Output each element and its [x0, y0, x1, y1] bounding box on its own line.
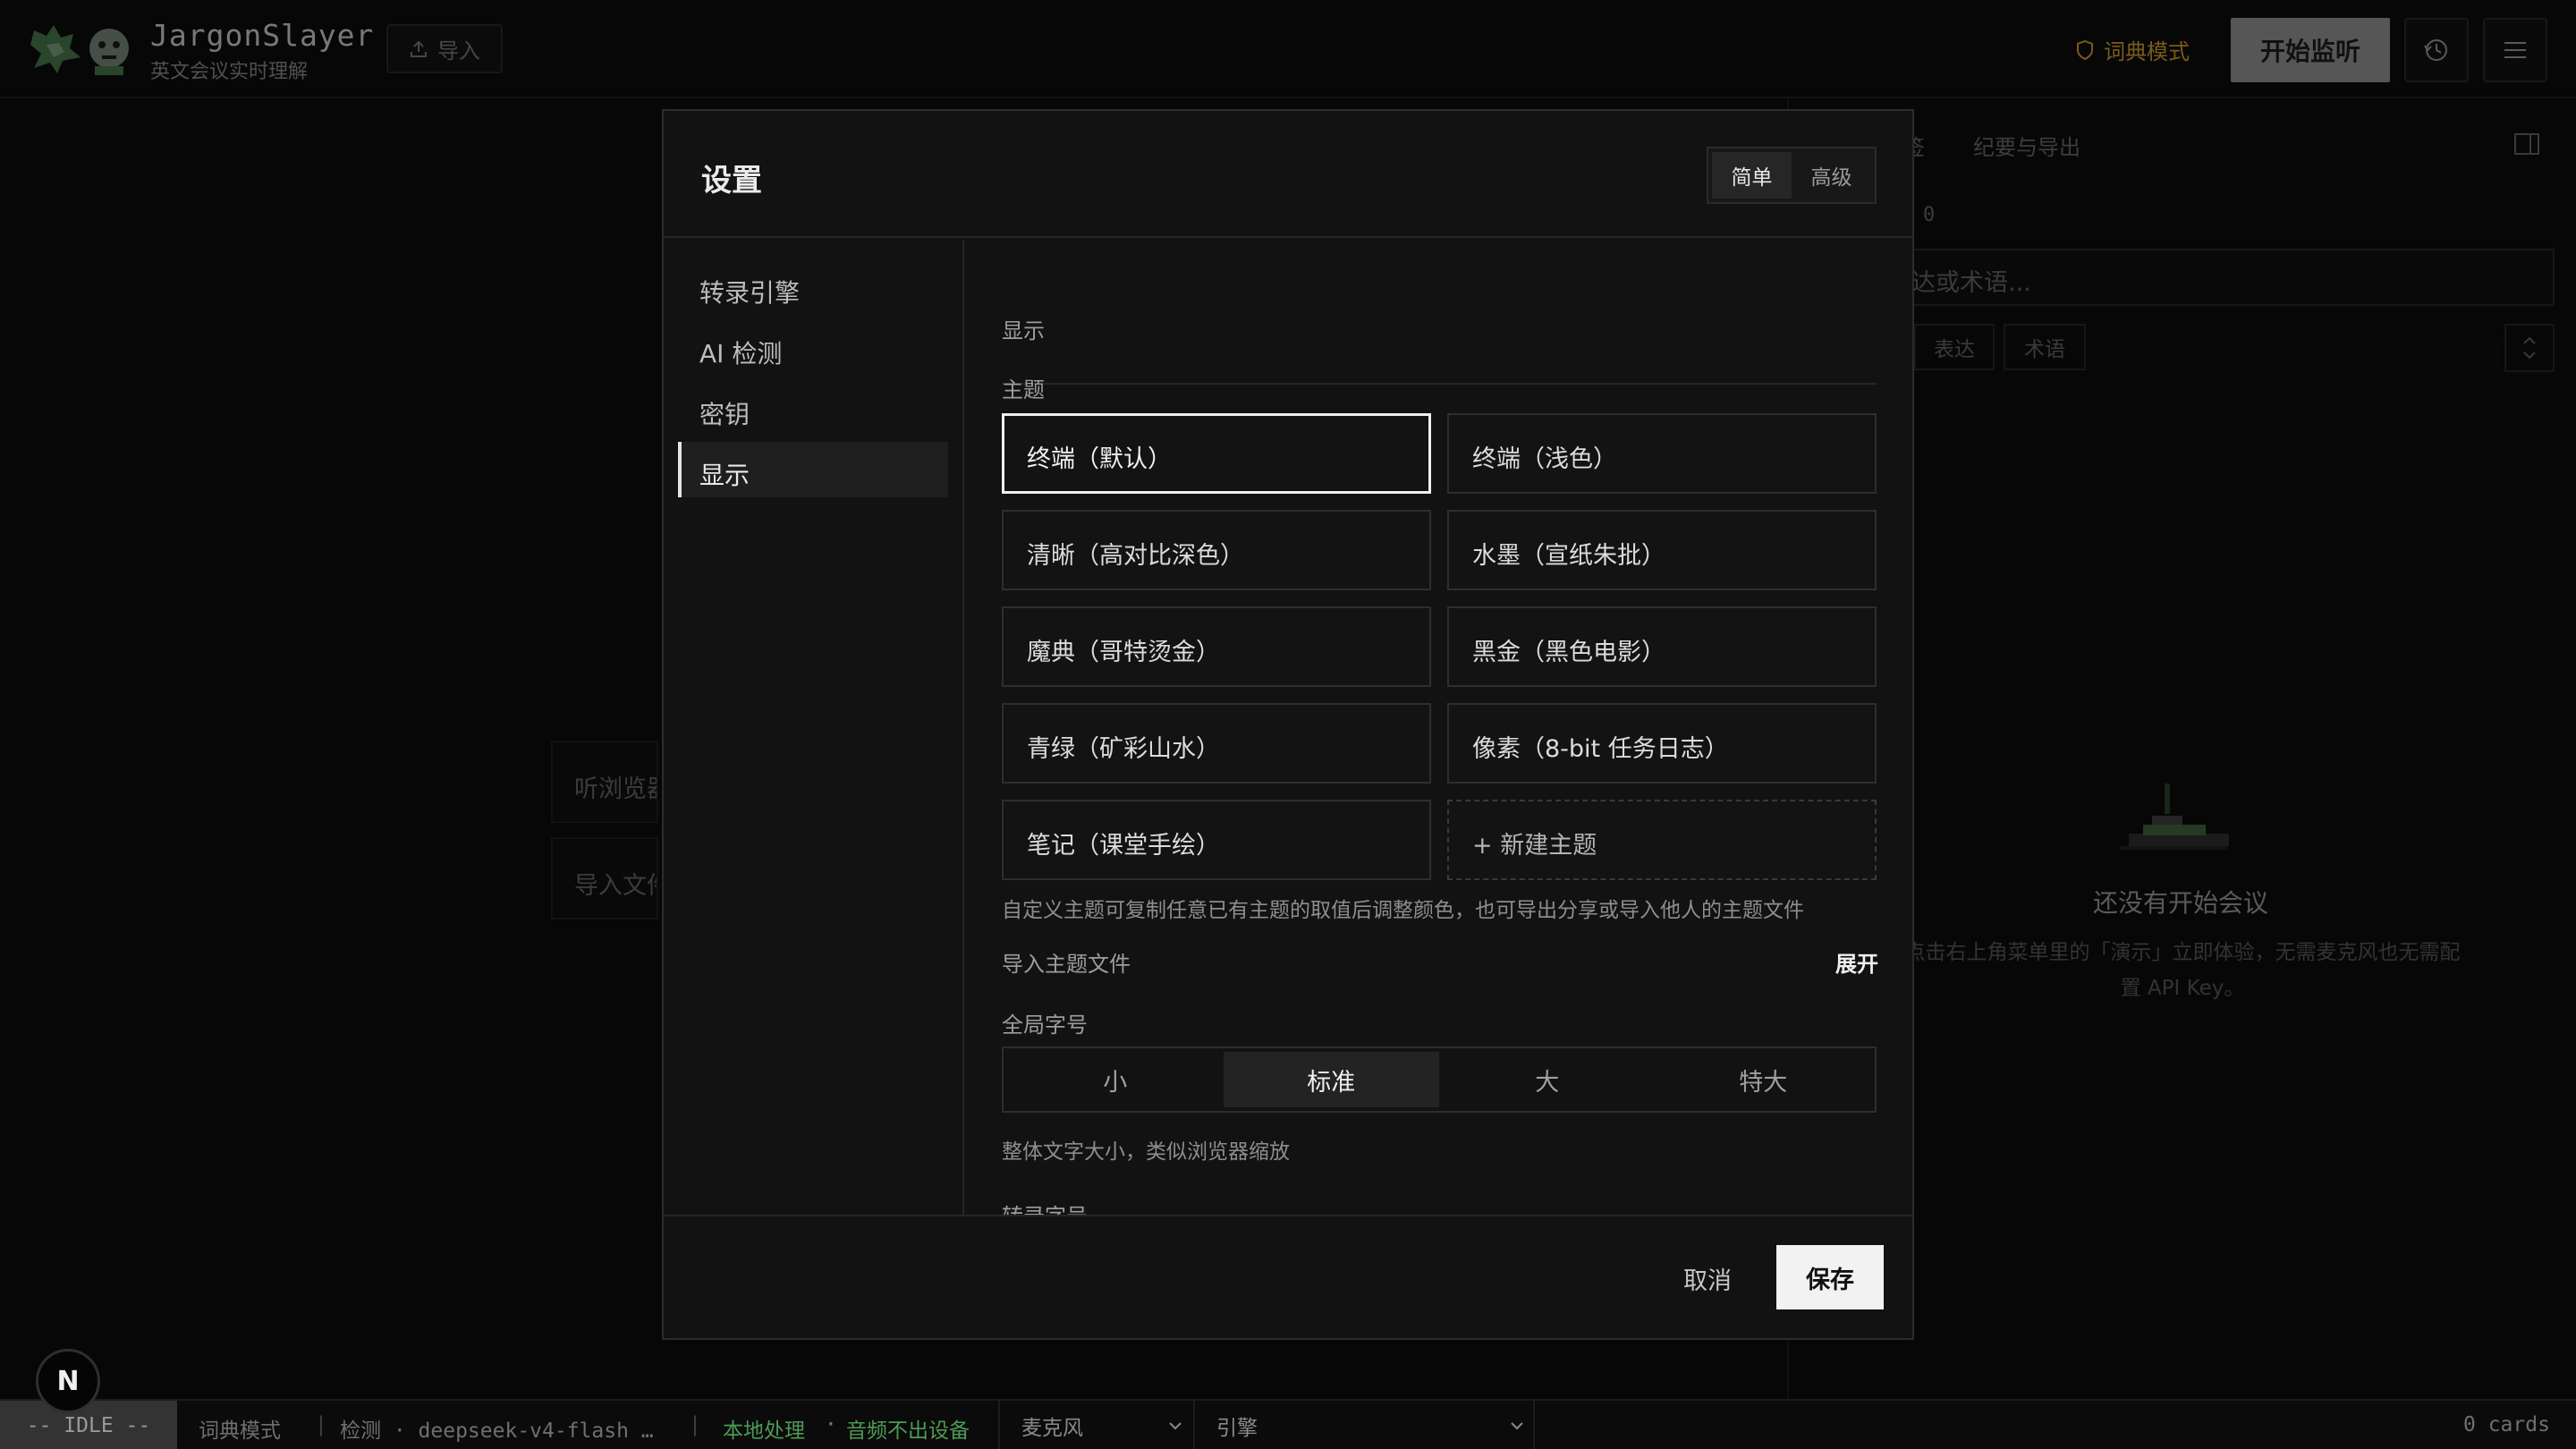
settings-content: 显示 主题 终端（默认） 终端（浅色） 清晰（高对比深色） 水墨（宣纸朱批） 魔… [966, 240, 1912, 1215]
nav-item-keys[interactable]: 密钥 [678, 381, 948, 436]
status-bar: -- IDLE -- 词典模式 | 检测 · deepseek-v4-flash… [0, 1399, 2576, 1449]
nav-item-transcription-engine[interactable]: 转录引擎 [678, 259, 948, 315]
theme-option[interactable]: 魔典（哥特烫金） [1002, 606, 1431, 687]
theme-option[interactable]: 青绿（矿彩山水） [1002, 703, 1431, 784]
status-local-processing: 本地处理 [723, 1419, 805, 1443]
global-font-size-selector: 小 标准 大 特大 [1002, 1046, 1877, 1113]
mode-simple-button[interactable]: 简单 [1712, 152, 1792, 199]
settings-title: 设置 [701, 163, 762, 199]
status-card-count: 0 cards [2463, 1413, 2550, 1436]
theme-option[interactable]: 像素（8-bit 任务日志） [1447, 703, 1877, 784]
theme-help-text: 自定义主题可复制任意已有主题的取值后调整颜色，也可导出分享或导入他人的主题文件 [1002, 899, 1804, 922]
settings-header: 设置 简单 高级 [664, 111, 1912, 238]
settings-dialog: 设置 简单 高级 转录引擎 AI 检测 密钥 显示 显示 主题 终端（默认） 终… [662, 109, 1914, 1340]
font-size-standard[interactable]: 标准 [1223, 1052, 1439, 1107]
status-mode: 词典模式 [199, 1419, 281, 1443]
nav-item-display[interactable]: 显示 [678, 442, 948, 497]
theme-option[interactable]: 水墨（宣纸朱批） [1447, 510, 1877, 590]
cancel-button[interactable]: 取消 [1683, 1261, 1732, 1296]
font-size-help-text: 整体文字大小，类似浏览器缩放 [1002, 1140, 1290, 1164]
settings-nav: 转录引擎 AI 检测 密钥 显示 [664, 240, 964, 1215]
global-font-size-label: 全局字号 [1002, 1013, 1088, 1038]
status-separator: | [315, 1413, 327, 1436]
font-size-xlarge[interactable]: 特大 [1656, 1052, 1872, 1107]
section-divider [1002, 383, 1877, 385]
next-dev-badge-icon[interactable]: N [36, 1349, 100, 1413]
engine-select-label: 引擎 [1216, 1417, 1258, 1440]
nav-item-ai-detection[interactable]: AI 检测 [678, 320, 948, 376]
section-title-display: 显示 [1002, 318, 1045, 343]
engine-select[interactable]: 引擎 [1193, 1401, 1535, 1449]
font-size-large[interactable]: 大 [1439, 1052, 1656, 1107]
theme-option[interactable]: 清晰（高对比深色） [1002, 510, 1431, 590]
theme-option[interactable]: 终端（浅色） [1447, 413, 1877, 494]
theme-option[interactable]: 笔记（课堂手绘） [1002, 800, 1431, 880]
status-detect-model: 检测 · deepseek-v4-flash … [340, 1419, 654, 1443]
chevron-down-icon [1511, 1422, 1523, 1430]
transcript-font-size-label: 转录字号 [1002, 1199, 1088, 1215]
theme-label: 主题 [1002, 377, 1045, 402]
theme-option[interactable]: 黑金（黑色电影） [1447, 606, 1877, 687]
status-dot: · [825, 1413, 837, 1436]
microphone-select-label: 麦克风 [1021, 1417, 1083, 1440]
font-size-small[interactable]: 小 [1007, 1052, 1224, 1107]
status-separator: | [689, 1413, 701, 1436]
status-audio-local: 音频不出设备 [846, 1419, 970, 1443]
microphone-select[interactable]: 麦克风 [998, 1401, 1193, 1449]
expand-import-button[interactable]: 展开 [1835, 946, 1878, 978]
save-button[interactable]: 保存 [1776, 1245, 1884, 1309]
status-state-badge: -- IDLE -- [0, 1401, 177, 1449]
import-theme-file-label: 导入主题文件 [1002, 952, 1131, 977]
new-theme-button[interactable]: + 新建主题 [1447, 800, 1877, 880]
mode-advanced-button[interactable]: 高级 [1792, 152, 1871, 199]
theme-option[interactable]: 终端（默认） [1002, 413, 1431, 494]
settings-footer: 取消 保存 [664, 1215, 1912, 1338]
chevron-down-icon [1169, 1422, 1182, 1430]
settings-mode-toggle: 简单 高级 [1707, 147, 1877, 204]
